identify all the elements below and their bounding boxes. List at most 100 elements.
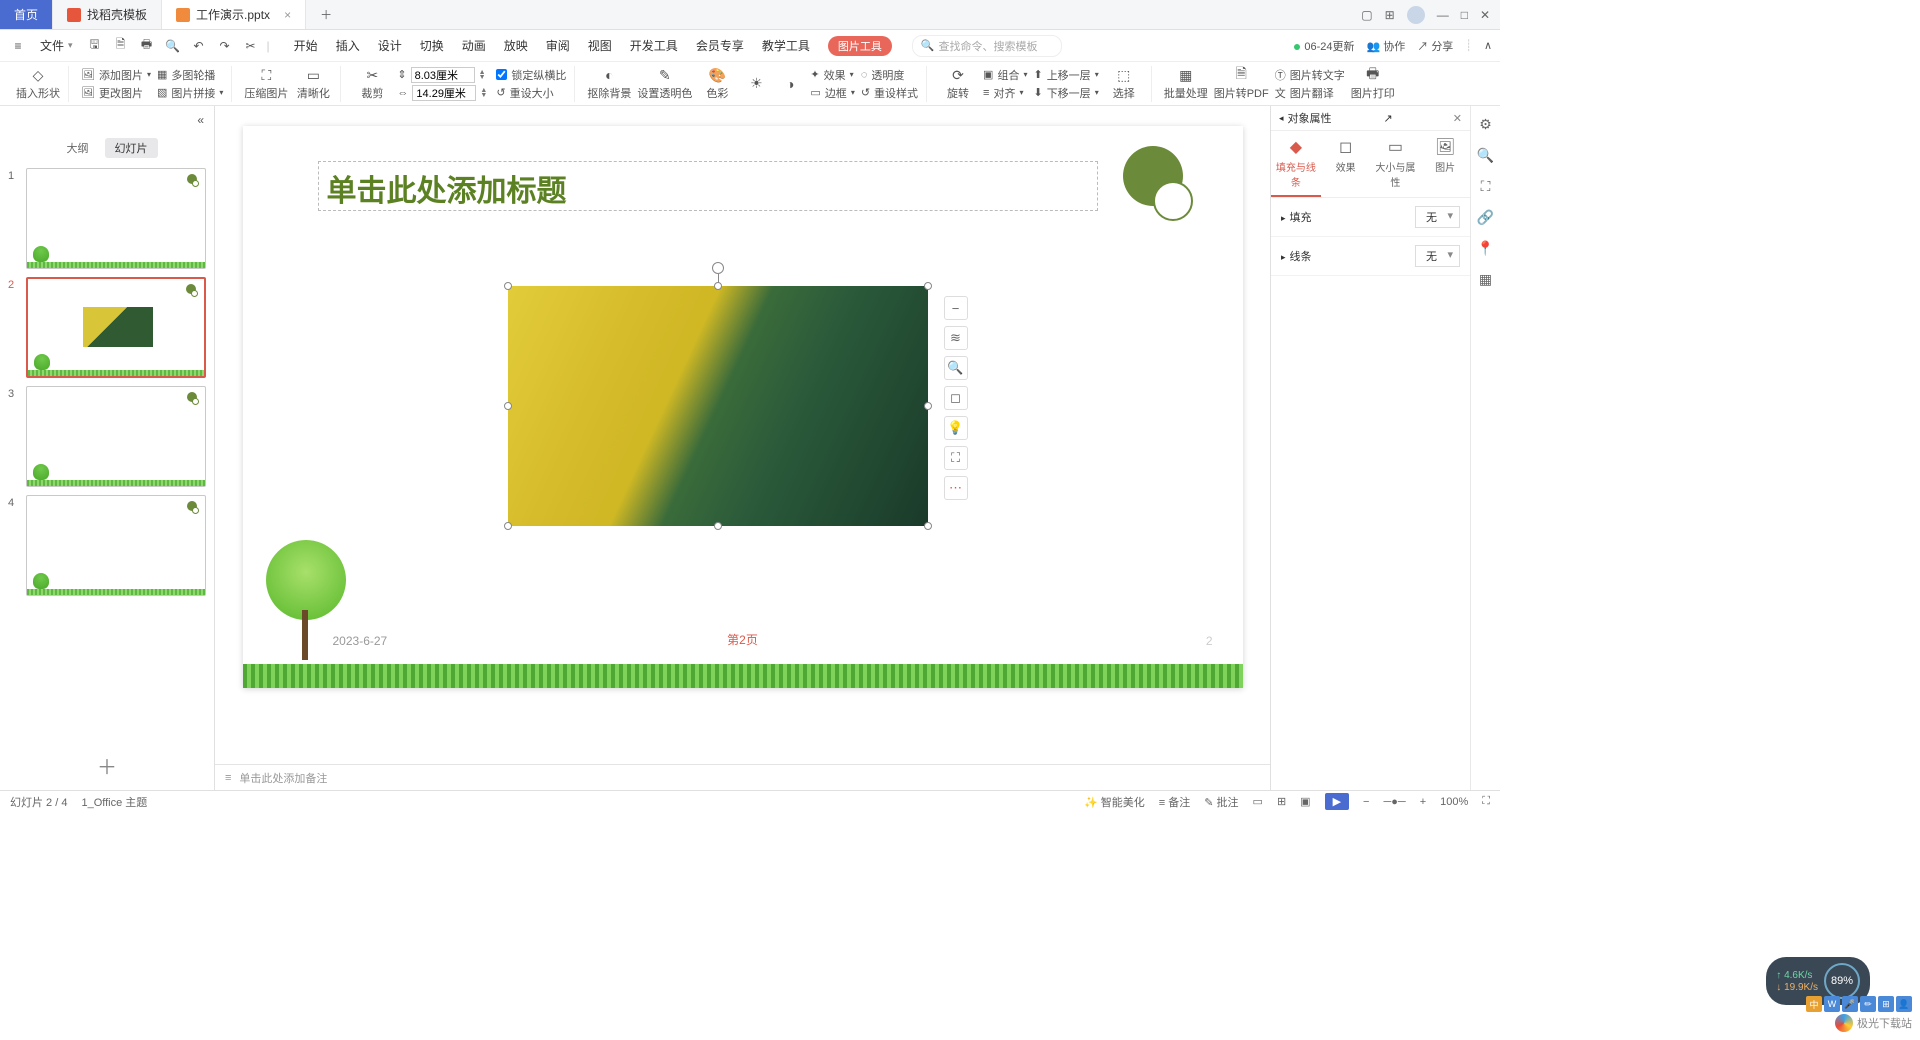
- tab-template[interactable]: 找稻壳模板: [53, 0, 162, 29]
- brightness-button[interactable]: ☀: [742, 75, 770, 93]
- format-painter-icon[interactable]: ✂: [241, 36, 261, 56]
- transparency-button[interactable]: 透明度: [871, 67, 904, 83]
- sorter-view-icon[interactable]: ⊞: [1277, 795, 1286, 808]
- menu-insert[interactable]: 插入: [336, 37, 360, 54]
- slide-thumb-2[interactable]: 2: [8, 277, 206, 378]
- more-tool[interactable]: ⋯: [944, 476, 968, 500]
- rail-transform-icon[interactable]: ⛶: [1481, 178, 1491, 195]
- reading-view-icon[interactable]: ▣: [1300, 795, 1310, 808]
- rotate-handle[interactable]: [712, 262, 724, 274]
- menu-design[interactable]: 设计: [378, 37, 402, 54]
- layers-tool[interactable]: ≋: [944, 326, 968, 350]
- set-trans-button[interactable]: ✎设置透明色: [637, 66, 692, 101]
- width-spinner[interactable]: ▲▼: [480, 88, 490, 98]
- remove-bg-button[interactable]: ◐抠除背景: [587, 66, 631, 101]
- comments-toggle[interactable]: ✎ 批注: [1204, 794, 1238, 810]
- menu-devtools[interactable]: 开发工具: [630, 37, 678, 54]
- height-spinner[interactable]: ▲▼: [479, 70, 489, 80]
- resize-handle-tl[interactable]: [504, 282, 512, 290]
- zoom-slider[interactable]: ─●─: [1383, 796, 1405, 808]
- translate-button[interactable]: 图片翻译: [1290, 85, 1334, 101]
- title-placeholder[interactable]: 单击此处添加标题: [318, 161, 1098, 211]
- resize-handle-bm[interactable]: [714, 522, 722, 530]
- file-menu[interactable]: 文件▾: [34, 35, 79, 56]
- border-button[interactable]: 边框: [825, 85, 847, 101]
- add-slide-button[interactable]: ＋: [0, 741, 214, 790]
- tab-document[interactable]: 工作演示.pptx ×: [162, 0, 306, 29]
- tab-add[interactable]: ＋: [306, 0, 346, 29]
- bring-forward-button[interactable]: 上移一层: [1047, 67, 1091, 83]
- maximize-icon[interactable]: □: [1461, 8, 1468, 22]
- print-icon[interactable]: 🖶: [137, 36, 157, 56]
- menu-view[interactable]: 视图: [588, 37, 612, 54]
- zoom-out-tool[interactable]: −: [944, 296, 968, 320]
- align-button[interactable]: 对齐: [993, 85, 1015, 101]
- menu-review[interactable]: 审阅: [546, 37, 570, 54]
- idea-tool[interactable]: 💡: [944, 416, 968, 440]
- chevron-up-icon[interactable]: ∧: [1484, 39, 1492, 52]
- normal-view-icon[interactable]: ▭: [1253, 795, 1263, 808]
- save-as-icon[interactable]: 🗎: [111, 36, 131, 56]
- batch-button[interactable]: ▦批量处理: [1164, 66, 1208, 101]
- slide-thumb-1[interactable]: 1: [8, 168, 206, 269]
- resize-handle-ml[interactable]: [504, 402, 512, 410]
- resize-handle-tr[interactable]: [924, 282, 932, 290]
- insert-shape-button[interactable]: ◇插入形状: [16, 66, 60, 101]
- zoom-in-button[interactable]: +: [1420, 796, 1426, 808]
- slideshow-icon[interactable]: ▶: [1325, 793, 1349, 810]
- rail-search-icon[interactable]: 🔍: [1477, 147, 1494, 164]
- notes-bar[interactable]: ≡ 单击此处添加备注: [215, 764, 1270, 790]
- reset-size-button[interactable]: 重设大小: [510, 85, 554, 101]
- image-join-button[interactable]: 图片拼接: [171, 85, 215, 101]
- rail-location-icon[interactable]: 📍: [1477, 240, 1494, 257]
- contrast-button[interactable]: ◑: [776, 75, 804, 93]
- coop-button[interactable]: 👥 协作: [1366, 38, 1405, 54]
- tab-size[interactable]: ▭大小与属性: [1371, 131, 1421, 197]
- collapse-panel-icon[interactable]: «: [197, 113, 204, 127]
- slide-canvas[interactable]: 单击此处添加标题 − ≋: [243, 126, 1243, 688]
- resize-handle-tm[interactable]: [714, 282, 722, 290]
- menu-animation[interactable]: 动画: [462, 37, 486, 54]
- to-text-button[interactable]: 图片转文字: [1290, 67, 1345, 83]
- resize-handle-bl[interactable]: [504, 522, 512, 530]
- command-search[interactable]: 🔍 查找命令、搜索模板: [912, 35, 1062, 57]
- rotate-button[interactable]: ⟳旋转: [939, 66, 977, 101]
- fill-select[interactable]: 无: [1415, 206, 1460, 228]
- menu-member[interactable]: 会员专享: [696, 37, 744, 54]
- to-pdf-button[interactable]: 🗎图片转PDF: [1214, 66, 1269, 101]
- grid-icon[interactable]: ⊞: [1385, 8, 1395, 22]
- pin-icon[interactable]: ↗: [1384, 112, 1393, 125]
- send-back-button[interactable]: 下移一层: [1047, 85, 1091, 101]
- tab-home[interactable]: 首页: [0, 0, 53, 29]
- selected-image[interactable]: − ≋ 🔍 ◻ 💡 ⛶ ⋯: [508, 286, 928, 526]
- ime-bar[interactable]: 中W🎤✏⊞👤: [1806, 996, 1912, 1012]
- slides-tab[interactable]: 幻灯片: [105, 138, 158, 158]
- fill-section-label[interactable]: 填充: [1290, 212, 1312, 224]
- slide-thumb-4[interactable]: 4: [8, 495, 206, 596]
- menu-transition[interactable]: 切换: [420, 37, 444, 54]
- group-button[interactable]: 组合: [997, 67, 1019, 83]
- beautify-button[interactable]: ✨ 智能美化: [1084, 794, 1145, 810]
- crop-button[interactable]: ✂裁剪: [353, 66, 391, 101]
- tab-picture[interactable]: 🖼图片: [1420, 131, 1470, 197]
- zoom-level[interactable]: 100%: [1440, 796, 1468, 808]
- notes-toggle[interactable]: ≡ 备注: [1159, 794, 1190, 810]
- effect-button[interactable]: 效果: [824, 67, 846, 83]
- zoom-tool[interactable]: 🔍: [944, 356, 968, 380]
- close-panel-icon[interactable]: ✕: [1453, 112, 1462, 125]
- height-input[interactable]: [411, 67, 475, 83]
- menu-start[interactable]: 开始: [294, 37, 318, 54]
- lock-ratio-checkbox[interactable]: [496, 69, 507, 80]
- compress-button[interactable]: ⛶压缩图片: [244, 66, 288, 101]
- save-icon[interactable]: 🖫: [85, 36, 105, 56]
- zoom-out-button[interactable]: −: [1363, 796, 1369, 808]
- menu-slideshow[interactable]: 放映: [504, 37, 528, 54]
- outline-tab[interactable]: 大纲: [57, 138, 99, 158]
- line-section-label[interactable]: 线条: [1290, 251, 1312, 263]
- recolor-button[interactable]: 🎨色彩: [698, 66, 736, 101]
- width-input[interactable]: [412, 85, 476, 101]
- fit-button[interactable]: ⛶: [1482, 795, 1490, 808]
- multi-outline-button[interactable]: 多图轮播: [171, 67, 215, 83]
- select-button[interactable]: ⬚选择: [1105, 66, 1143, 101]
- crop-tool[interactable]: ◻: [944, 386, 968, 410]
